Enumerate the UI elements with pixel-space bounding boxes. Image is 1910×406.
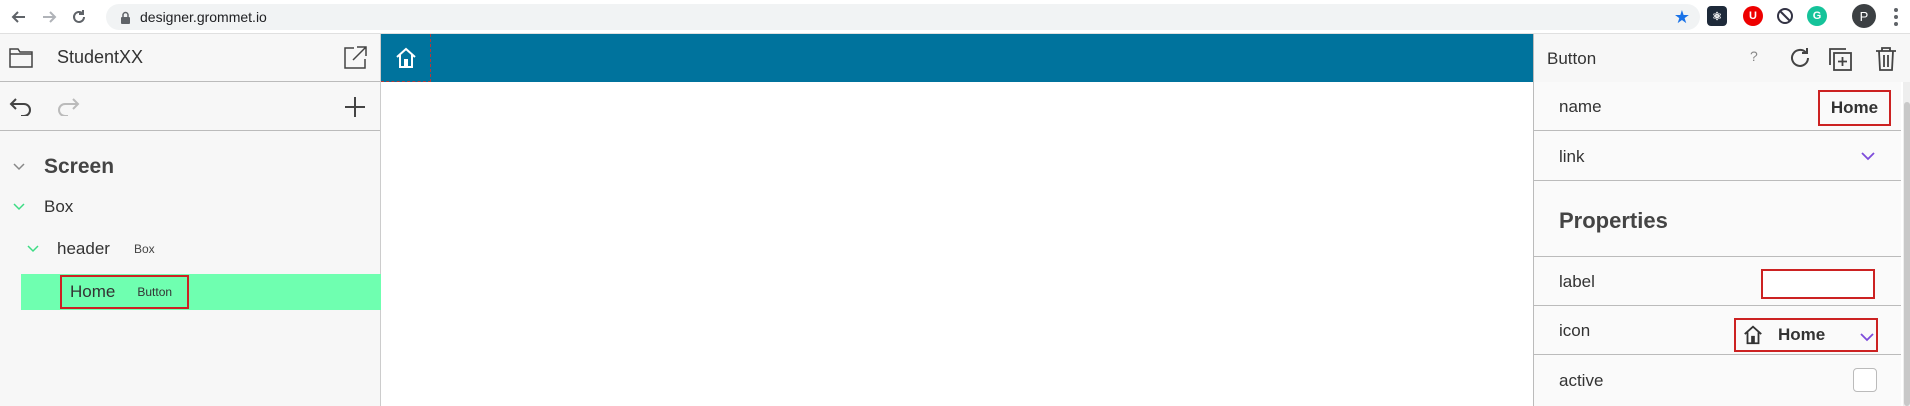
adblock-extension-icon[interactable]: U [1743,6,1763,26]
folder-icon[interactable] [9,46,33,73]
reload-icon[interactable] [64,2,94,32]
tree-item-type: Button [137,285,173,299]
left-panel-tools [0,82,380,131]
share-icon[interactable] [342,45,368,76]
browser-toolbar: designer.grommet.io ★ ⚛ U G P [0,0,1910,34]
block-extension-icon[interactable] [1775,6,1795,26]
chevron-down-icon [13,163,25,171]
undo-icon[interactable] [9,96,33,121]
active-checkbox[interactable] [1853,368,1877,392]
chevron-down-icon[interactable] [1861,151,1875,161]
add-icon[interactable] [344,96,366,123]
link-row[interactable]: link [1534,131,1901,181]
icon-select-value: Home [1778,325,1826,344]
tree-item-label: Home [70,282,116,301]
trash-icon[interactable] [1874,46,1898,77]
tree-item-label: header [57,239,110,258]
chevron-down-icon [27,245,39,253]
properties-heading: Properties [1559,208,1668,233]
app-title: StudentXX [57,47,144,67]
tree-item-box[interactable]: Box [12,197,73,217]
active-label: active [1559,371,1604,390]
react-devtools-extension-icon[interactable]: ⚛ [1707,6,1727,26]
profile-avatar[interactable]: P [1852,4,1876,28]
chevron-down-icon [13,203,25,211]
left-panel: StudentXX Screen Box header Box Home But… [0,34,381,406]
refresh-icon[interactable] [1788,46,1812,75]
design-canvas[interactable] [381,34,1533,406]
tree-item-label: Screen [44,155,115,178]
url-text: designer.grommet.io [140,9,267,25]
chevron-down-icon [1860,333,1874,342]
address-bar[interactable]: designer.grommet.io ★ [106,4,1700,30]
lock-icon [118,10,132,24]
left-panel-header: StudentXX [0,34,380,82]
properties-panel: Button ? name Home link Properties label… [1533,34,1910,406]
icon-label: icon [1559,321,1591,340]
tree-item-type: Box [133,242,155,256]
link-label: link [1559,147,1585,166]
tree-item-header[interactable]: header Box [26,239,155,259]
bookmark-star-icon[interactable]: ★ [1674,7,1690,28]
icon-select[interactable]: Home [1734,318,1878,352]
redo-icon[interactable] [56,96,80,121]
duplicate-icon[interactable] [1827,46,1853,77]
back-icon[interactable] [4,2,34,32]
canvas-header-box[interactable] [381,34,1533,82]
tree-item-home[interactable]: Home Button [60,275,189,309]
properties-scrollbar[interactable] [1903,82,1910,406]
grammarly-extension-icon[interactable]: G [1807,6,1827,26]
browser-menu-icon[interactable] [1886,4,1906,30]
label-label: label [1559,272,1595,291]
properties-header: Button ? [1534,34,1910,82]
name-input[interactable]: Home [1818,90,1891,126]
home-icon [395,47,416,68]
tree-item-label: Box [44,197,74,216]
active-row: active [1534,355,1901,406]
forward-icon[interactable] [34,2,64,32]
tree-item-screen[interactable]: Screen [12,155,114,179]
label-input[interactable] [1761,269,1875,299]
canvas-home-button[interactable] [381,34,431,82]
help-button[interactable]: ? [1750,48,1758,64]
component-title: Button [1547,49,1597,68]
name-label: name [1559,97,1602,116]
home-icon [1744,325,1762,345]
